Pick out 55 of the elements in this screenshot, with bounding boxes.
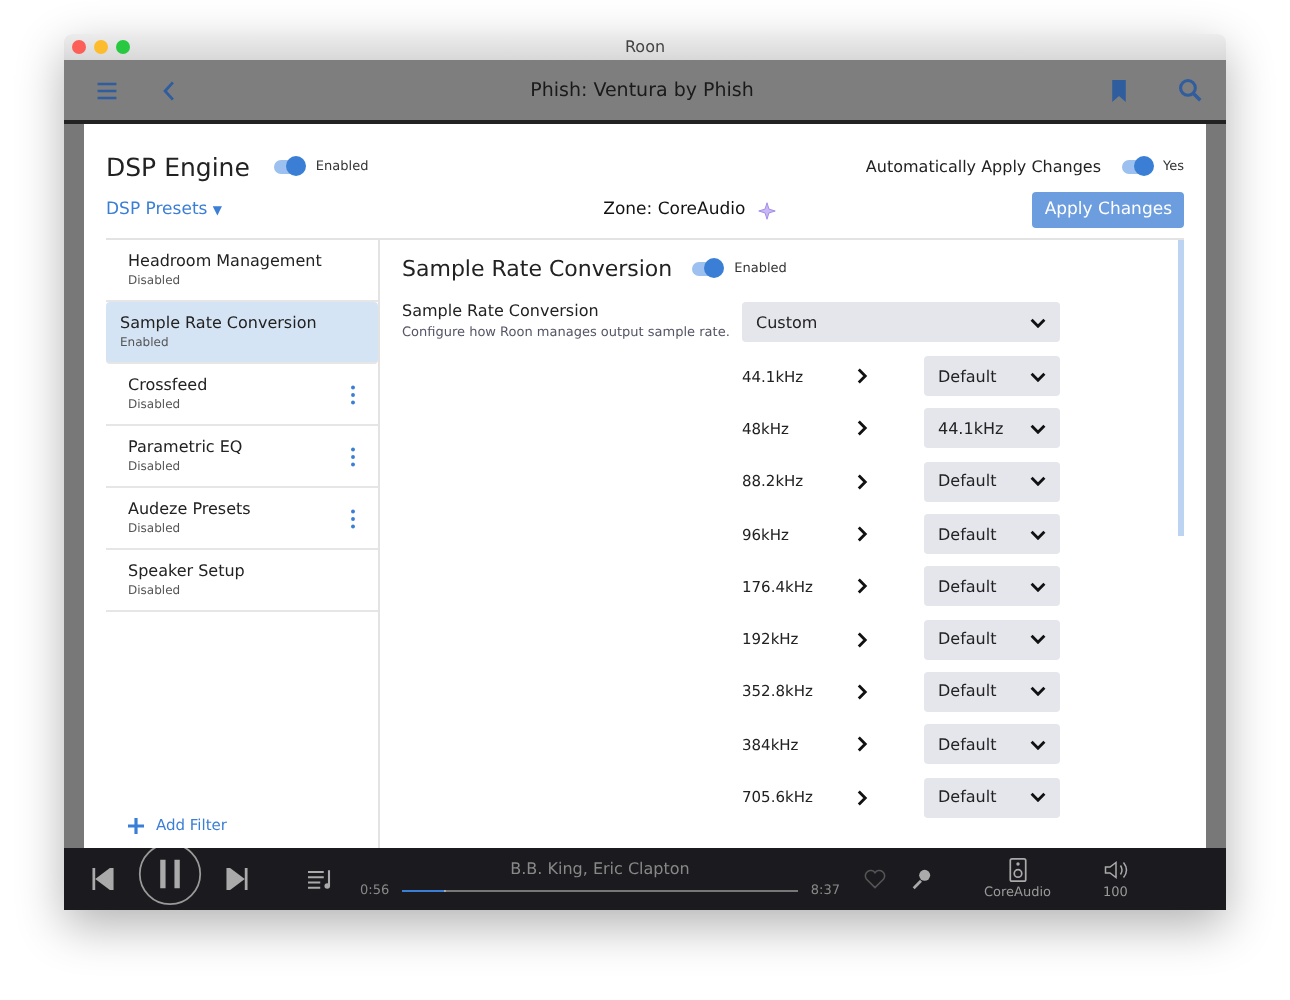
- more-options-icon[interactable]: [350, 507, 356, 529]
- chevron-down-icon: [1030, 686, 1046, 697]
- toggle-switch[interactable]: [273, 159, 304, 173]
- setting-label: Sample Rate Conversion: [402, 302, 601, 320]
- track-artists: B.B. King, Eric Clapton: [510, 860, 690, 878]
- chevron-down-icon: [1030, 317, 1046, 327]
- page-title: Phish: Ventura by Phish: [528, 79, 756, 101]
- rate-dropdown[interactable]: Default: [924, 671, 1060, 712]
- heart-icon[interactable]: [864, 868, 886, 890]
- chevron-right-icon: [856, 368, 868, 385]
- sparkle-icon: [757, 201, 776, 219]
- chevron-right-icon: [856, 526, 868, 543]
- window-title: Roon: [622, 38, 668, 56]
- conversion-dropdown[interactable]: Custom: [742, 302, 1060, 342]
- chevron-down-icon: [1030, 529, 1046, 540]
- chevron-right-icon: [856, 683, 868, 700]
- pause-button[interactable]: [138, 848, 202, 905]
- chevron-right-icon: [856, 736, 868, 753]
- chevron-right-icon: [856, 631, 868, 648]
- volume-icon[interactable]: [1103, 858, 1128, 882]
- zone-label: Zone: CoreAudio: [603, 200, 746, 220]
- more-options-icon[interactable]: [350, 383, 356, 405]
- chevron-down-icon: [1030, 634, 1046, 645]
- chevron-right-icon: [856, 578, 868, 595]
- close-button[interactable]: [72, 40, 86, 54]
- plus-icon: [128, 817, 144, 833]
- next-track-icon[interactable]: [226, 868, 248, 890]
- panel-title: Sample Rate Conversion: [402, 255, 673, 281]
- rate-dropdown[interactable]: Default: [924, 566, 1060, 607]
- chevron-down-icon: [1030, 476, 1046, 487]
- scrollbar[interactable]: [1178, 240, 1184, 536]
- queue-icon[interactable]: [308, 868, 336, 890]
- chevron-right-icon: [856, 789, 868, 806]
- previous-track-icon[interactable]: [92, 868, 114, 890]
- microphone-icon[interactable]: [910, 868, 932, 890]
- speaker-icon[interactable]: [1005, 858, 1030, 882]
- toggle-switch[interactable]: [692, 261, 723, 275]
- dialog-title: DSP Engine: [106, 151, 250, 181]
- toggle-switch[interactable]: [1121, 159, 1151, 173]
- rate-dropdown[interactable]: Default: [924, 619, 1060, 660]
- rate-dropdown[interactable]: Default: [924, 514, 1060, 555]
- chevron-down-icon: [1030, 371, 1046, 382]
- setting-label: Automatically Apply Changes: [865, 157, 1101, 175]
- chevron-down-icon: [1030, 739, 1046, 750]
- rate-dropdown[interactable]: Default: [924, 777, 1060, 818]
- chevron-down-icon: [1030, 423, 1046, 434]
- more-options-icon[interactable]: [350, 445, 356, 467]
- chevron-down-icon: [1030, 792, 1046, 803]
- rate-dropdown[interactable]: Default: [924, 461, 1060, 502]
- rate-dropdown[interactable]: 44.1kHz: [924, 408, 1060, 449]
- rate-dropdown[interactable]: Default: [924, 724, 1060, 765]
- rate-dropdown[interactable]: Default: [924, 356, 1060, 397]
- chevron-right-icon: [856, 420, 868, 437]
- chevron-right-icon: [856, 473, 868, 490]
- chevron-down-icon: [1030, 581, 1046, 592]
